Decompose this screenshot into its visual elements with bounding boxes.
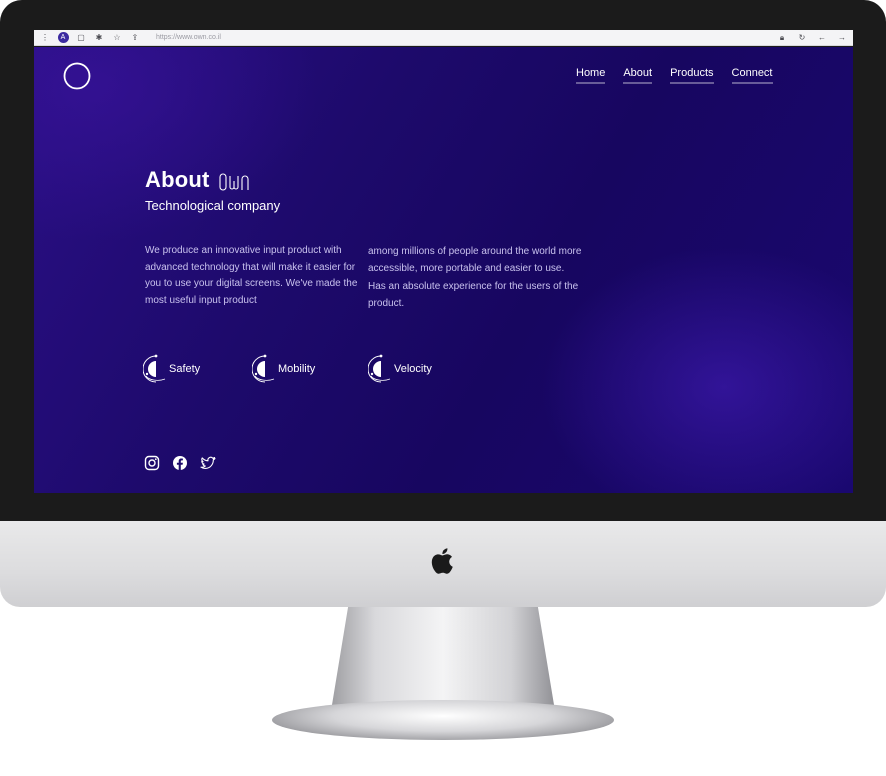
share-icon[interactable]: ⇪ <box>128 31 142 45</box>
orbit-icon <box>368 354 391 383</box>
twitter-icon[interactable] <box>200 455 216 471</box>
page-title: About <box>145 167 258 193</box>
nav-home[interactable]: Home <box>576 67 606 84</box>
forward-icon[interactable]: → <box>835 31 849 45</box>
facebook-icon[interactable] <box>172 455 188 471</box>
avatar-letter: A <box>57 32 69 43</box>
feature-label: Velocity <box>394 363 432 375</box>
orbit-icon <box>143 354 166 383</box>
orbit-icon <box>252 354 275 383</box>
feature-mobility: Mobility <box>252 352 315 386</box>
social-links <box>144 455 216 471</box>
about-subtitle: Technological company <box>145 198 281 213</box>
nav-about[interactable]: About <box>623 67 652 84</box>
sidebar-icon[interactable]: ▢ <box>74 31 88 45</box>
extensions-icon[interactable]: ✱ <box>92 31 106 45</box>
about-heading: About <box>145 167 210 192</box>
address-bar[interactable]: https://www.own.co.il <box>156 34 771 41</box>
own-logo-icon[interactable] <box>61 59 93 91</box>
main-nav: Home About Products Connect <box>576 67 773 84</box>
nav-connect[interactable]: Connect <box>731 67 773 84</box>
nav-products[interactable]: Products <box>670 67 714 84</box>
lock-icon: 🔒︎ <box>779 32 785 42</box>
feature-safety: Safety <box>143 352 200 386</box>
apple-logo-icon <box>431 548 453 574</box>
feature-velocity: Velocity <box>368 352 432 386</box>
menu-dots-icon[interactable]: ⋮ <box>38 31 52 45</box>
monitor-stand-base <box>272 700 614 740</box>
profile-avatar[interactable]: A <box>56 31 70 45</box>
feature-label: Mobility <box>278 363 316 375</box>
website-viewport: Home About Products Connect About Techno… <box>34 47 853 493</box>
reload-icon[interactable]: ↻ <box>795 31 809 45</box>
about-paragraph-left: We produce an innovative input product w… <box>145 245 358 306</box>
own-brand-mark <box>218 173 249 191</box>
instagram-icon[interactable] <box>144 455 160 471</box>
bookmark-star-icon[interactable]: ☆ <box>110 31 124 45</box>
back-icon[interactable]: ← <box>815 31 829 45</box>
browser-toolbar: ⋮ A ▢ ✱ ☆ ⇪ https://www.own.co.il 🔒︎ ↻ ←… <box>34 30 853 46</box>
about-paragraph-right: among millions of people around the worl… <box>368 246 582 309</box>
feature-label: Safety <box>169 363 201 375</box>
